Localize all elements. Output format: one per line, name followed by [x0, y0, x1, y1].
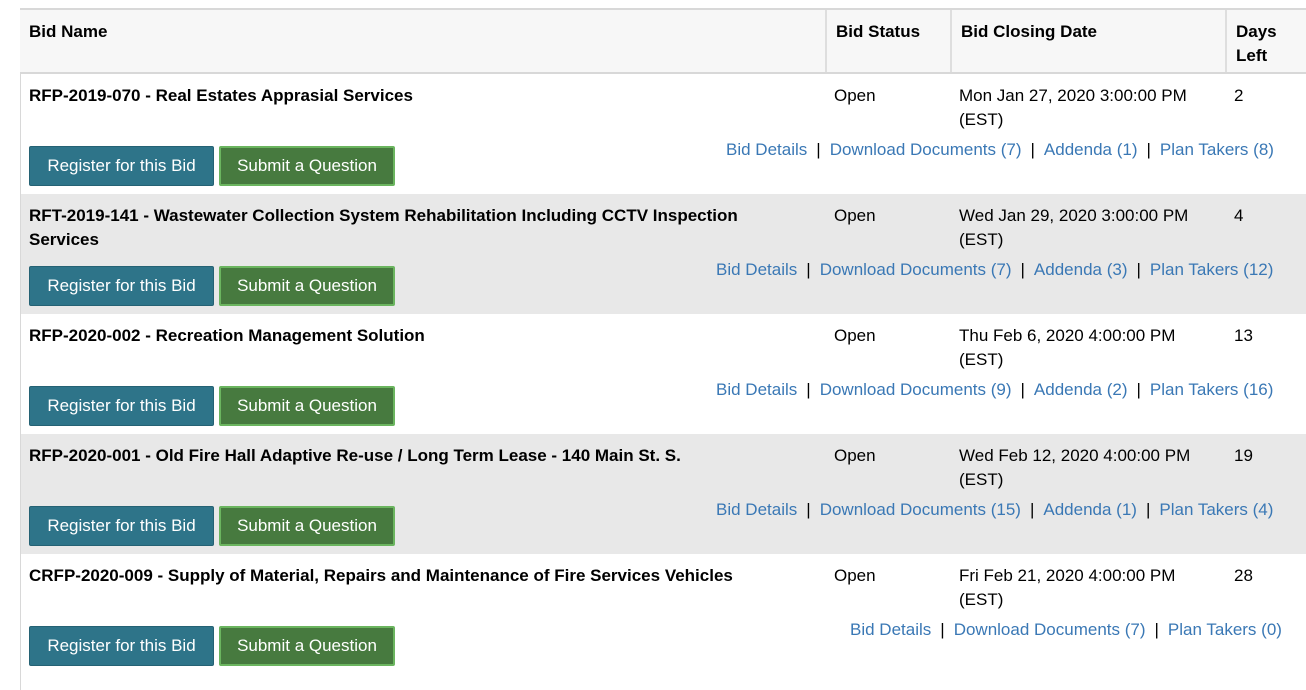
register-bid-button[interactable]: Register for this Bid	[29, 146, 214, 186]
bid-days-left: 2	[1234, 86, 1244, 105]
bid-details-link[interactable]: Bid Details	[850, 620, 931, 639]
bid-closing-date: Fri Feb 21, 2020 4:00:00 PM (EST)	[959, 566, 1176, 609]
bid-status: Open	[834, 86, 876, 105]
bid-closing-date: Wed Feb 12, 2020 4:00:00 PM (EST)	[959, 446, 1191, 489]
submit-question-button[interactable]: Submit a Question	[219, 266, 395, 306]
plan-takers-link[interactable]: Plan Takers (8)	[1160, 140, 1274, 159]
header-days-left[interactable]: Days Left	[1225, 10, 1306, 72]
bid-name: RFP-2019-070 - Real Estates Apprasial Se…	[29, 86, 413, 105]
bid-name: RFP-2020-002 - Recreation Management Sol…	[29, 326, 425, 345]
header-bid-name-label: Bid Name	[29, 22, 108, 41]
bid-links: Bid Details | Download Documents (7) | Plan …	[850, 620, 1282, 639]
submit-question-button[interactable]: Submit a Question	[219, 626, 395, 666]
table-row: RFP-2019-070 - Real Estates Apprasial Se…	[21, 74, 1306, 194]
plan-takers-link[interactable]: Plan Takers (12)	[1150, 260, 1273, 279]
submit-question-button[interactable]: Submit a Question	[219, 386, 395, 426]
bid-status: Open	[834, 206, 876, 225]
download-documents-link[interactable]: Download Documents (15)	[820, 500, 1021, 519]
bid-links: Bid Details | Download Documents (7) | Adden…	[726, 140, 1274, 159]
addenda-link[interactable]: Addenda (2)	[1034, 380, 1128, 399]
table-row: RFT-2019-141 - Wastewater Collection Sys…	[21, 194, 1306, 314]
bid-status: Open	[834, 446, 876, 465]
download-documents-link[interactable]: Download Documents (7)	[830, 140, 1022, 159]
bid-links: Bid Details | Download Documents (15) | Adde…	[716, 500, 1274, 519]
bid-links: Bid Details | Download Documents (9) | Adden…	[716, 380, 1274, 399]
header-bid-name[interactable]: Bid Name	[20, 10, 825, 72]
header-days-left-label-2: Left	[1236, 46, 1268, 65]
header-closing-date[interactable]: Bid Closing Date	[950, 10, 1225, 72]
addenda-link[interactable]: Addenda (3)	[1034, 260, 1128, 279]
submit-question-button[interactable]: Submit a Question	[219, 506, 395, 546]
bid-links: Bid Details | Download Documents (7) | Adden…	[716, 260, 1274, 279]
header-bid-status[interactable]: Bid Status	[825, 10, 950, 72]
download-documents-link[interactable]: Download Documents (9)	[820, 380, 1012, 399]
plan-takers-link[interactable]: Plan Takers (4)	[1159, 500, 1273, 519]
bid-name: RFT-2019-141 - Wastewater Collection Sys…	[29, 206, 738, 249]
addenda-link[interactable]: Addenda (1)	[1043, 500, 1137, 519]
table-row: RFP-2020-002 - Recreation Management Sol…	[21, 314, 1306, 434]
bid-details-link[interactable]: Bid Details	[716, 380, 797, 399]
bid-closing-date: Mon Jan 27, 2020 3:00:00 PM (EST)	[959, 86, 1187, 129]
table-header: Bid Name Bid Status Bid Closing Date Day…	[20, 10, 1306, 74]
table-row: CRFP-2020-009 - Supply of Material, Repa…	[21, 554, 1306, 674]
bid-details-link[interactable]: Bid Details	[716, 260, 797, 279]
bid-days-left: 28	[1234, 566, 1253, 585]
download-documents-link[interactable]: Download Documents (7)	[820, 260, 1012, 279]
header-bid-status-label: Bid Status	[836, 22, 921, 41]
bid-days-left: 19	[1234, 446, 1253, 465]
register-bid-button[interactable]: Register for this Bid	[29, 266, 214, 306]
addenda-link[interactable]: Addenda (1)	[1044, 140, 1138, 159]
register-bid-button[interactable]: Register for this Bid	[29, 506, 214, 546]
register-bid-button[interactable]: Register for this Bid	[29, 626, 214, 666]
bid-details-link[interactable]: Bid Details	[716, 500, 797, 519]
bid-name: RFP-2020-001 - Old Fire Hall Adaptive Re…	[29, 446, 681, 465]
bid-status: Open	[834, 566, 876, 585]
bid-status: Open	[834, 326, 876, 345]
bid-name: CRFP-2020-009 - Supply of Material, Repa…	[29, 566, 733, 585]
table-row: RFP-2020-001 - Old Fire Hall Adaptive Re…	[21, 434, 1306, 554]
bid-closing-date: Wed Jan 29, 2020 3:00:00 PM (EST)	[959, 206, 1189, 249]
submit-question-button[interactable]: Submit a Question	[219, 146, 395, 186]
bid-details-link[interactable]: Bid Details	[726, 140, 807, 159]
bid-closing-date: Thu Feb 6, 2020 4:00:00 PM (EST)	[959, 326, 1176, 369]
bid-days-left: 13	[1234, 326, 1253, 345]
plan-takers-link[interactable]: Plan Takers (0)	[1168, 620, 1282, 639]
download-documents-link[interactable]: Download Documents (7)	[954, 620, 1146, 639]
plan-takers-link[interactable]: Plan Takers (16)	[1150, 380, 1273, 399]
header-closing-date-label: Bid Closing Date	[961, 22, 1098, 41]
bid-days-left: 4	[1234, 206, 1244, 225]
header-days-left-label-1: Days	[1236, 22, 1277, 41]
register-bid-button[interactable]: Register for this Bid	[29, 386, 214, 426]
